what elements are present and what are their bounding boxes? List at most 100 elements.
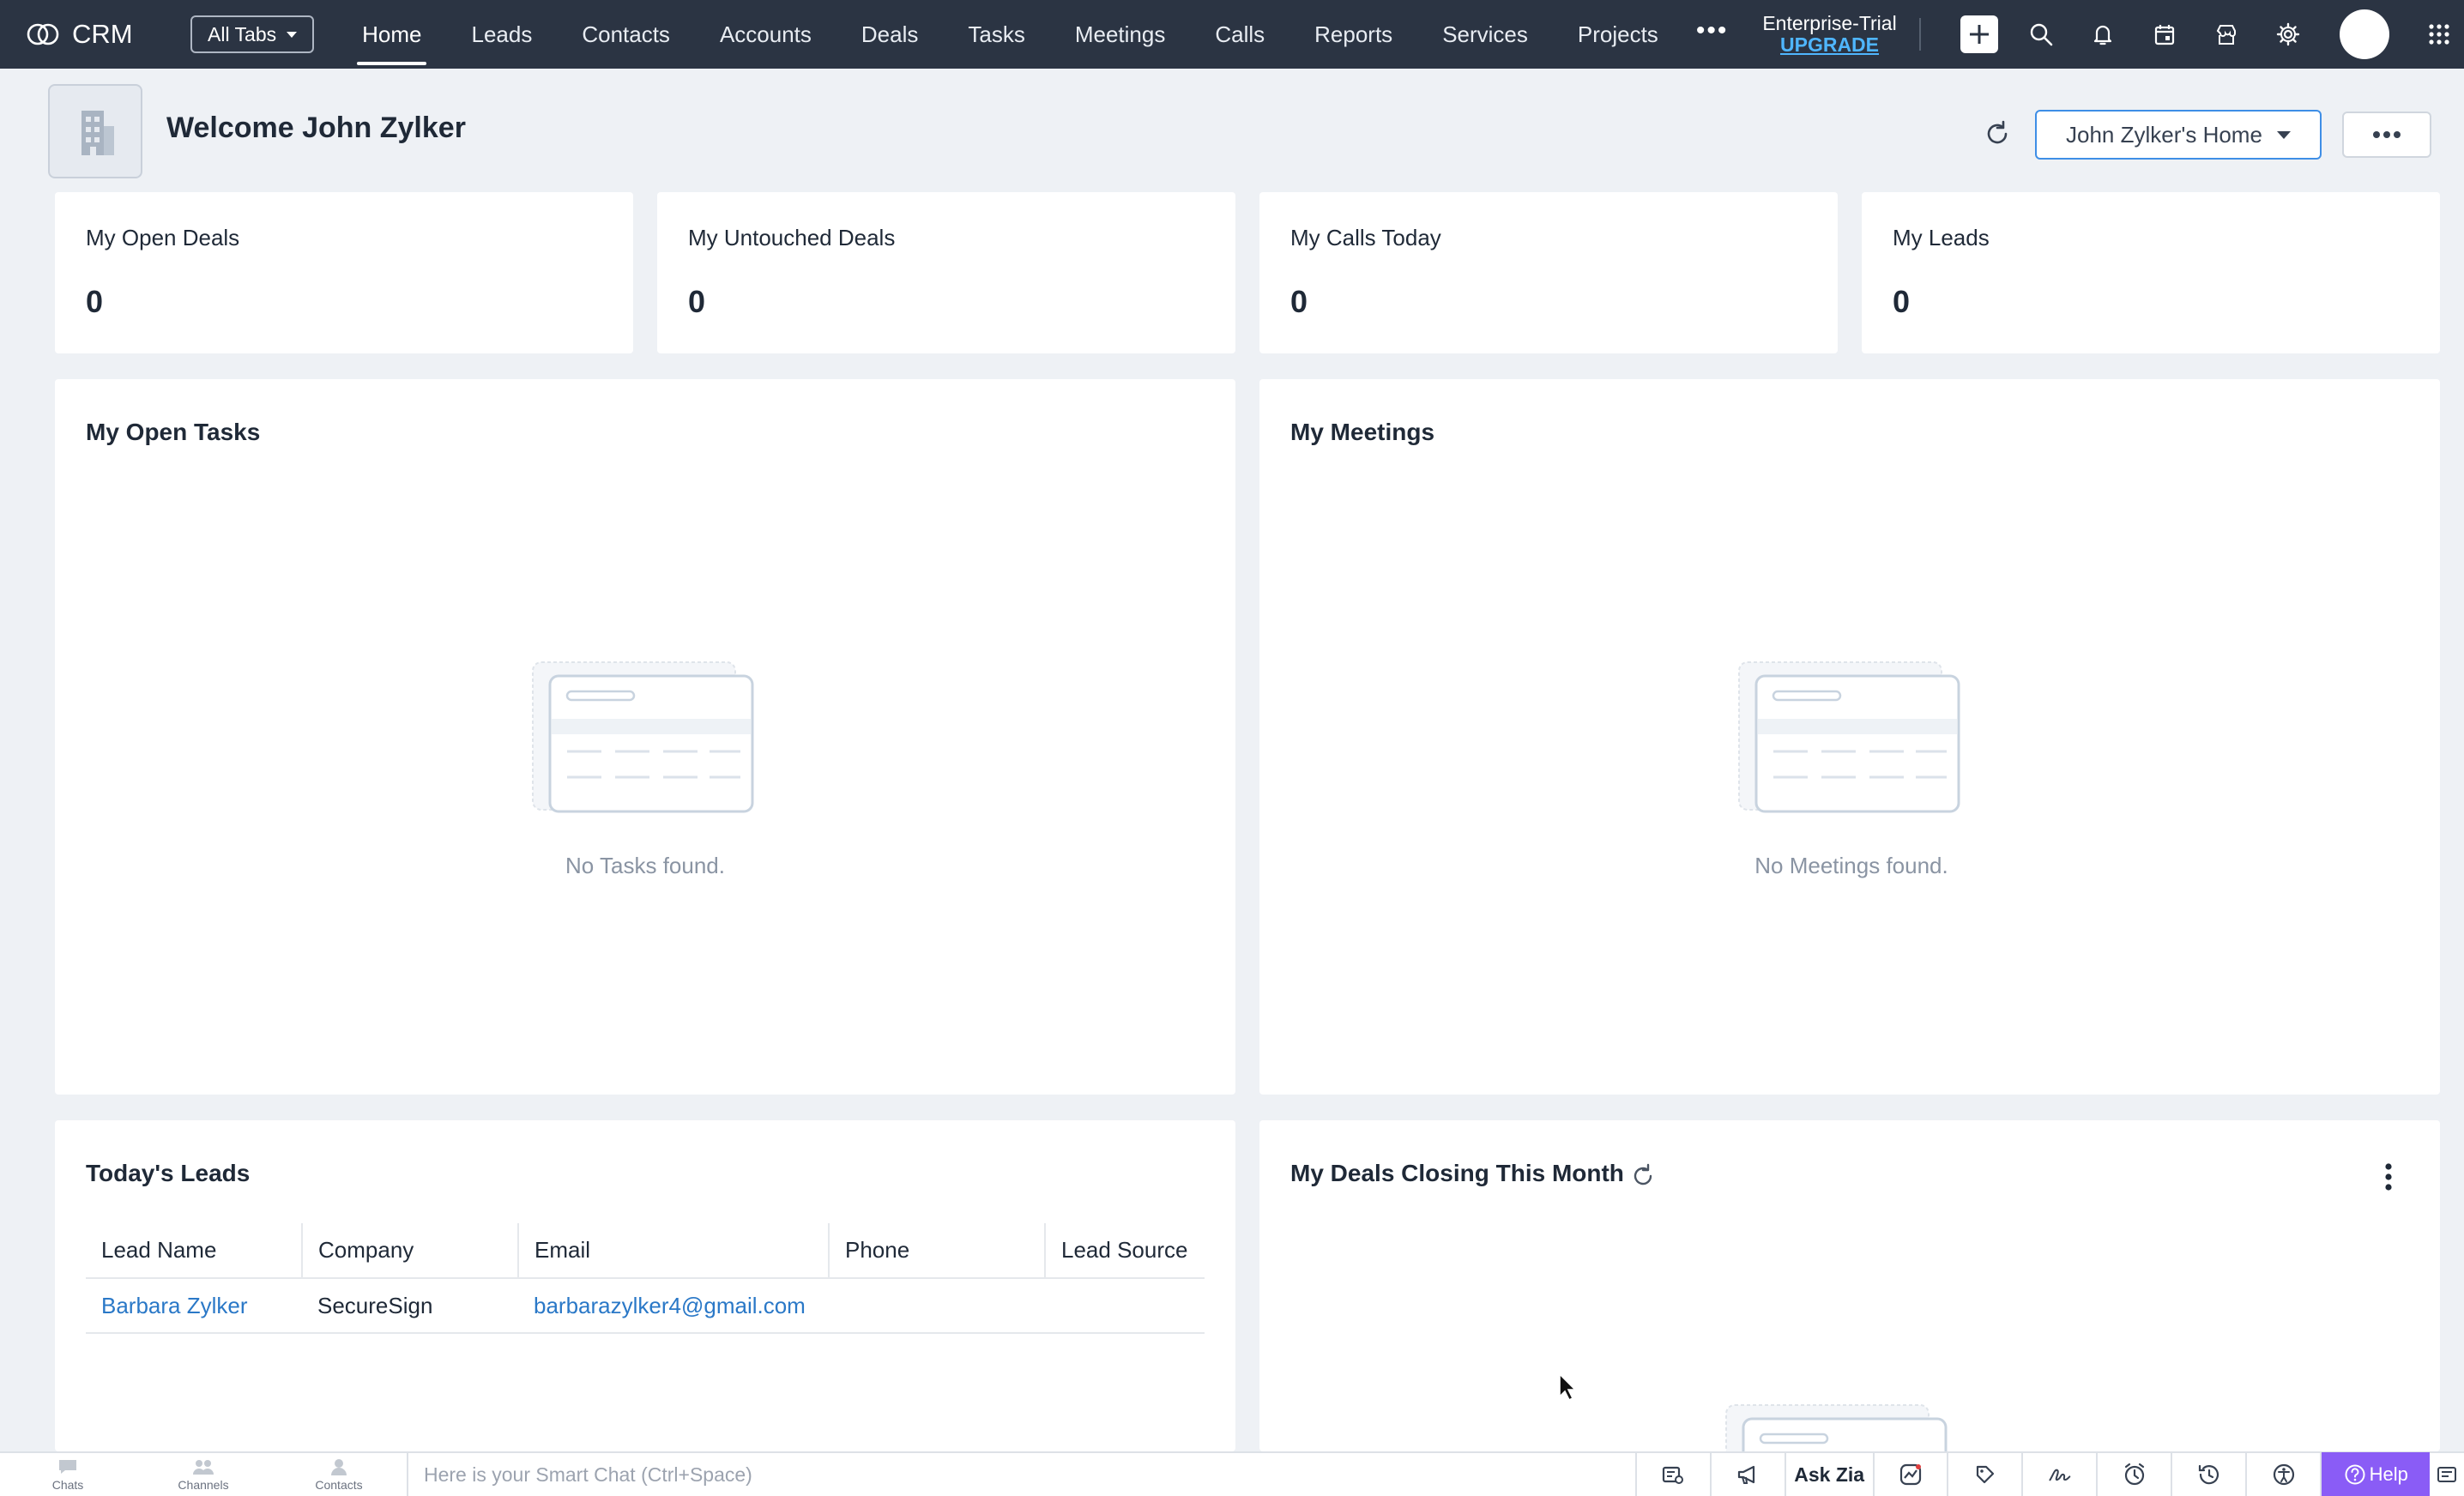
marketplace-icon <box>2216 25 2236 45</box>
top-navigation-bar: CRM All Tabs Home Leads Contacts Account… <box>0 0 2464 69</box>
panel-title: My Open Tasks <box>86 419 261 445</box>
panel-title: My Deals Closing This Month <box>1290 1160 1624 1186</box>
bell-icon <box>2093 25 2111 45</box>
open-tasks-panel: My Open Tasks No Tasks found. <box>55 379 1235 1095</box>
tab-leads[interactable]: Leads <box>452 0 551 69</box>
refresh-button[interactable] <box>1628 1161 1658 1191</box>
user-avatar[interactable] <box>2339 9 2389 59</box>
tab-projects[interactable]: Projects <box>1559 0 1677 69</box>
kpi-card-my-leads[interactable]: My Leads 0 <box>1862 192 2440 353</box>
kpi-card-open-deals[interactable]: My Open Deals 0 <box>55 192 633 353</box>
column-header-lead-source[interactable]: Lead Source <box>1045 1223 1205 1279</box>
tab-meetings[interactable]: Meetings <box>1056 0 1185 69</box>
column-header-phone[interactable]: Phone <box>829 1223 1046 1279</box>
channels-icon <box>193 1460 214 1475</box>
marketplace-button[interactable] <box>2207 15 2245 53</box>
chats-button[interactable]: Chats <box>0 1452 136 1496</box>
email-link[interactable]: barbarazylker4@gmail.com <box>518 1278 829 1334</box>
apps-button[interactable] <box>2420 15 2458 53</box>
lead-source-cell <box>1045 1278 1205 1334</box>
more-vertical-icon <box>2385 1163 2392 1191</box>
tag-icon <box>1976 1465 1995 1484</box>
deals-closing-panel: My Deals Closing This Month <box>1259 1120 2440 1451</box>
refresh-button[interactable] <box>1982 118 2013 149</box>
empty-message: No Meetings found. <box>1754 853 1948 878</box>
video-call-button[interactable] <box>1637 1452 1712 1496</box>
module-tabs: Home Leads Contacts Accounts Deals Tasks… <box>343 0 1689 69</box>
help-button[interactable]: Help <box>2322 1452 2431 1496</box>
nav-divider <box>1918 18 1921 51</box>
contacts-label: Contacts <box>315 1478 363 1492</box>
refresh-icon <box>1987 120 2008 144</box>
column-header-email[interactable]: Email <box>518 1223 830 1279</box>
tab-tasks[interactable]: Tasks <box>949 0 1043 69</box>
create-new-button[interactable] <box>1960 15 1998 53</box>
column-header-lead-name[interactable]: Lead Name <box>86 1223 303 1279</box>
organization-logo[interactable] <box>48 84 142 178</box>
video-call-icon <box>1663 1466 1684 1484</box>
help-icon <box>2345 1464 2365 1485</box>
all-tabs-label: All Tabs <box>208 22 277 45</box>
column-header-company[interactable]: Company <box>302 1223 519 1279</box>
calendar-button[interactable] <box>2146 15 2183 53</box>
tab-reports[interactable]: Reports <box>1295 0 1411 69</box>
table-row: Barbara Zylker SecureSign barbarazylker4… <box>86 1278 1205 1334</box>
analytics-button[interactable] <box>1875 1452 1949 1496</box>
channels-button[interactable]: Channels <box>136 1452 271 1496</box>
announcements-button[interactable] <box>1712 1452 1786 1496</box>
alarm-button[interactable] <box>2098 1452 2173 1496</box>
settings-button[interactable] <box>2269 15 2307 53</box>
channels-label: Channels <box>178 1478 229 1492</box>
kpi-value: 0 <box>688 284 706 319</box>
tab-calls[interactable]: Calls <box>1196 0 1283 69</box>
home-view-label: John Zylker's Home <box>2066 121 2262 148</box>
crm-logo-icon <box>27 23 59 45</box>
phone-cell <box>829 1278 1045 1334</box>
ask-zia-button[interactable]: Ask Zia <box>1786 1452 1875 1496</box>
panel-title: Today's Leads <box>86 1160 251 1186</box>
caret-down-icon <box>287 31 298 38</box>
brand-name: CRM <box>72 19 133 49</box>
home-view-dropdown[interactable]: John Zylker's Home <box>2035 110 2322 160</box>
help-label: Help <box>2369 1463 2408 1485</box>
smart-chat-input[interactable]: Here is your Smart Chat (Ctrl+Space) <box>407 1452 1637 1496</box>
kpi-value: 0 <box>1290 284 1308 319</box>
empty-state: No Tasks found. <box>516 659 774 879</box>
history-icon <box>2198 1464 2219 1485</box>
message-icon <box>2437 1467 2457 1482</box>
kpi-value: 0 <box>1893 284 1911 319</box>
signature-icon <box>2049 1469 2071 1481</box>
messages-button[interactable] <box>2430 1452 2464 1496</box>
calendar-icon <box>2154 25 2174 45</box>
all-tabs-dropdown[interactable]: All Tabs <box>190 15 315 53</box>
brand[interactable]: CRM <box>24 19 153 50</box>
meetings-panel: My Meetings No Meetings found. <box>1259 379 2440 1095</box>
kpi-card-calls-today[interactable]: My Calls Today 0 <box>1259 192 1838 353</box>
tab-services[interactable]: Services <box>1423 0 1547 69</box>
contacts-button[interactable]: Contacts <box>271 1452 407 1496</box>
signature-button[interactable] <box>2023 1452 2099 1496</box>
tab-contacts[interactable]: Contacts <box>563 0 689 69</box>
upgrade-link[interactable]: UPGRADE <box>1762 34 1896 56</box>
trial-info: Enterprise-Trial UPGRADE <box>1762 13 1896 56</box>
bottom-bar: Chats Channels Contacts Here is your Sma… <box>0 1451 2464 1496</box>
history-button[interactable] <box>2172 1452 2248 1496</box>
more-tabs-button[interactable]: ••• <box>1696 16 1729 45</box>
kpi-card-untouched-deals[interactable]: My Untouched Deals 0 <box>657 192 1235 353</box>
panel-title: My Meetings <box>1290 419 1435 445</box>
tab-accounts[interactable]: Accounts <box>701 0 830 69</box>
accessibility-button[interactable] <box>2247 1452 2322 1496</box>
notifications-button[interactable] <box>2084 15 2122 53</box>
caret-down-icon <box>2277 130 2291 139</box>
plus-icon <box>1969 25 1989 44</box>
mouse-cursor-icon <box>1559 1372 1577 1402</box>
home-options-button[interactable] <box>2342 112 2431 158</box>
company-cell: SecureSign <box>302 1278 518 1334</box>
tab-home[interactable]: Home <box>343 0 440 69</box>
tag-button[interactable] <box>1948 1452 2024 1496</box>
search-button[interactable] <box>2022 15 2060 53</box>
panel-options-button[interactable] <box>2380 1161 2397 1196</box>
tab-deals[interactable]: Deals <box>842 0 937 69</box>
lead-name-link[interactable]: Barbara Zylker <box>86 1278 302 1334</box>
kpi-label: My Leads <box>1893 225 1990 250</box>
